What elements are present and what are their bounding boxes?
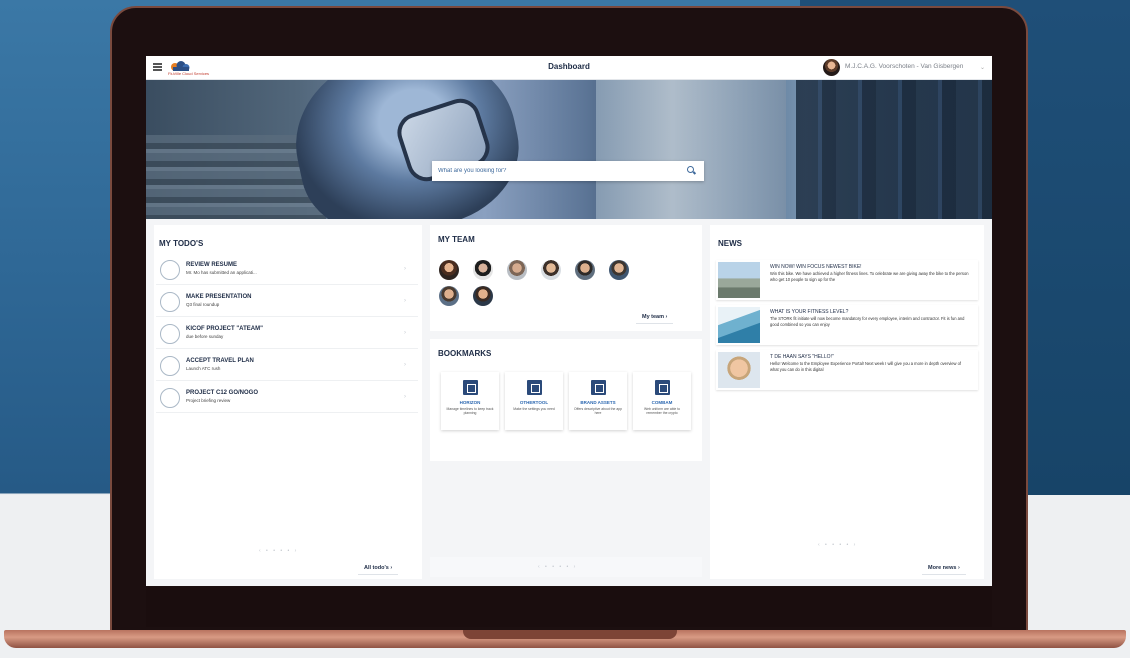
more-news-link[interactable]: More news › (922, 562, 966, 575)
todo-checkbox[interactable] (160, 324, 180, 344)
bookmarks-footer: ‹ • • • • › (430, 557, 702, 577)
todo-item[interactable]: ACCEPT TRAVEL PLAN Launch ATC rush › (156, 351, 418, 381)
my-team-label: My team (642, 314, 665, 320)
user-name[interactable]: M.J.C.A.G. Voorschoten - Van Gisbergen (845, 63, 963, 70)
monitor-icon (655, 380, 670, 395)
bookmark-name: OTHERTOOL (519, 400, 549, 405)
bookmark-tile[interactable]: HORIZON Manage timelines to keep track p… (441, 372, 499, 430)
todo-item[interactable]: REVIEW RESUME Mr. Mo has submitted an ap… (156, 255, 418, 285)
todo-item[interactable]: PROJECT C12 GO/NOGO Project briefing rev… (156, 383, 418, 413)
news-item[interactable]: WHAT IS YOUR FITNESS LEVEL? The STORK fi… (716, 305, 978, 345)
todo-title: PROJECT C12 GO/NOGO (186, 390, 259, 396)
news-item-body: Hello! Welcome to the Employee Experienc… (770, 361, 962, 372)
todo-item[interactable]: MAKE PRESENTATION Q3 final roundup › (156, 287, 418, 317)
team-card: MY TEAM My team › (430, 225, 702, 331)
more-news-label: More news (928, 565, 957, 571)
dashboard-content: MY TODO'S REVIEW RESUME Mr. Mo has submi… (146, 219, 992, 586)
bookmarks-card: BOOKMARKS HORIZON Manage timelines to ke… (430, 339, 702, 461)
hero-panel-image (596, 80, 786, 219)
search-input[interactable] (438, 165, 678, 177)
news-pager[interactable]: ‹ • • • • › (818, 542, 857, 548)
team-avatar[interactable] (507, 260, 527, 280)
bookmark-desc: Make the settings you need (513, 407, 555, 411)
todo-subtitle: due before sunday (186, 334, 224, 339)
chevron-right-icon: › (665, 314, 668, 320)
all-todos-link[interactable]: All todo's › (358, 562, 399, 575)
bookmark-name: HORIZON (459, 400, 481, 405)
chevron-right-icon: › (957, 565, 960, 571)
chevron-right-icon: › (404, 362, 406, 368)
todo-checkbox[interactable] (160, 260, 180, 280)
laptop-notch (463, 630, 677, 639)
news-thumbnail (718, 352, 760, 388)
todo-title: MAKE PRESENTATION (186, 294, 252, 300)
logo-text: FluVille Cloud Services (168, 71, 210, 76)
team-avatar[interactable] (439, 286, 459, 306)
bookmark-desc: Offers descriptive about the app here (573, 407, 622, 416)
team-avatar[interactable] (541, 260, 561, 280)
document-icon (527, 380, 542, 395)
bookmarks-pager[interactable]: ‹ • • • • › (538, 564, 577, 570)
bookmark-desc: Web uniform are able to remember the cry… (643, 407, 681, 416)
todos-pager[interactable]: ‹ • • • • › (259, 548, 298, 554)
todos-card: MY TODO'S REVIEW RESUME Mr. Mo has submi… (154, 225, 422, 579)
team-title: MY TEAM (438, 235, 475, 244)
checkbox-icon (463, 380, 478, 395)
todo-subtitle: Launch ATC rush (186, 366, 221, 371)
chevron-right-icon: › (390, 565, 393, 571)
laptop-bezel (146, 587, 992, 627)
chevron-right-icon: › (404, 298, 406, 304)
search-box (432, 161, 704, 181)
bookmark-name: COMBAM (651, 400, 673, 405)
all-todos-label: All todo's (364, 565, 389, 571)
news-item-body: Win this bike. We have achieved a higher… (770, 271, 969, 282)
news-card: NEWS WIN NOW! WIN FOCUS NEWEST BIKE! Win… (710, 225, 984, 579)
todo-title: ACCEPT TRAVEL PLAN (186, 358, 254, 364)
news-item-title: WHAT IS YOUR FITNESS LEVEL? (770, 309, 849, 315)
bookmark-tile[interactable]: OTHERTOOL Make the settings you need (505, 372, 563, 430)
news-item[interactable]: T DE HAAN SAYS "HELLO!" Hello! Welcome t… (716, 350, 978, 390)
todo-item[interactable]: KICOF PROJECT "ATEAM" due before sunday … (156, 319, 418, 349)
bookmark-name: BRAND ASSETS (580, 400, 616, 405)
team-avatar[interactable] (609, 260, 629, 280)
bookmark-tile[interactable]: BRAND ASSETS Offers descriptive about th… (569, 372, 627, 430)
todo-subtitle: Mr. Mo has submitted an applicati... (186, 270, 257, 275)
chevron-down-icon[interactable]: ⌄ (980, 64, 985, 71)
news-title: NEWS (718, 239, 742, 248)
team-avatar[interactable] (473, 286, 493, 306)
news-item-title: T DE HAAN SAYS "HELLO!" (770, 354, 834, 360)
bookmarks-title: BOOKMARKS (438, 349, 492, 358)
news-thumbnail (718, 307, 760, 343)
app-screen: FluVille Cloud Services Dashboard M.J.C.… (146, 56, 992, 586)
user-avatar[interactable] (823, 59, 840, 76)
hero-banner (146, 80, 992, 219)
hero-factory-image (796, 80, 992, 219)
my-team-link[interactable]: My team › (636, 311, 674, 324)
chevron-right-icon: › (404, 330, 406, 336)
bookmark-tile[interactable]: COMBAM Web uniform are able to remember … (633, 372, 691, 430)
camera-icon (591, 380, 606, 395)
top-bar: FluVille Cloud Services Dashboard M.J.C.… (146, 56, 992, 80)
todo-checkbox[interactable] (160, 388, 180, 408)
chevron-right-icon: › (404, 266, 406, 272)
todo-subtitle: Q3 final roundup (186, 302, 220, 307)
news-thumbnail (718, 262, 760, 298)
team-avatar[interactable] (575, 260, 595, 280)
todo-title: KICOF PROJECT "ATEAM" (186, 326, 263, 332)
search-icon[interactable] (687, 166, 694, 173)
todo-checkbox[interactable] (160, 292, 180, 312)
todo-title: REVIEW RESUME (186, 262, 238, 268)
todos-title: MY TODO'S (159, 239, 204, 248)
bookmark-desc: Manage timelines to keep track planning (446, 407, 494, 416)
news-item-title: WIN NOW! WIN FOCUS NEWEST BIKE! (770, 264, 862, 270)
team-avatar[interactable] (439, 260, 459, 280)
team-avatar[interactable] (473, 260, 493, 280)
news-item-body: The STORK fit initiate will now become m… (770, 316, 965, 327)
todo-subtitle: Project briefing review (186, 398, 231, 403)
todo-checkbox[interactable] (160, 356, 180, 376)
news-item[interactable]: WIN NOW! WIN FOCUS NEWEST BIKE! Win this… (716, 260, 978, 300)
chevron-right-icon: › (404, 394, 406, 400)
